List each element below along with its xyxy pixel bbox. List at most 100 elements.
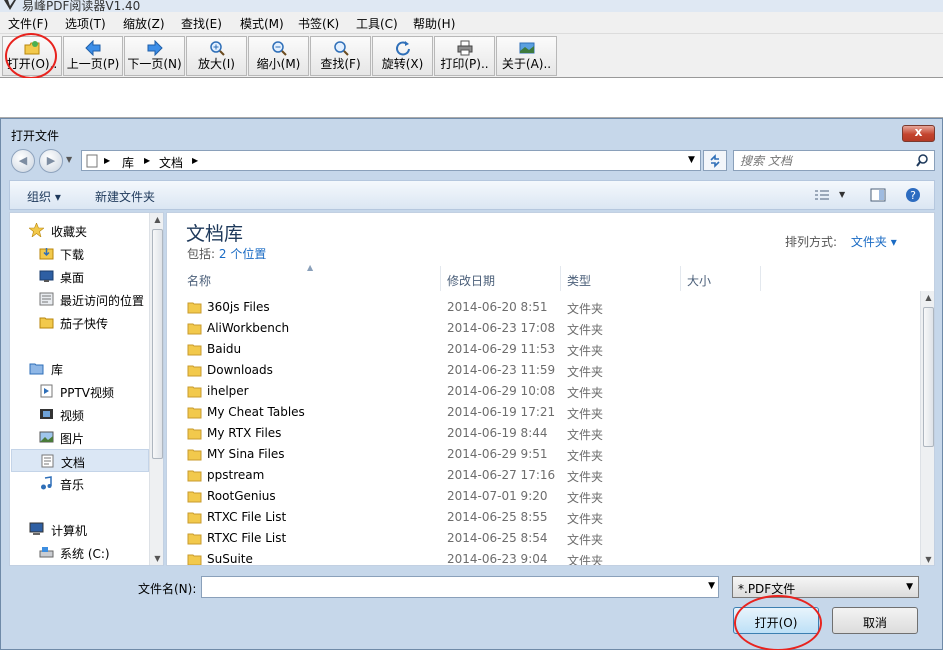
file-row[interactable]: MY Sina Files 2014-06-29 9:51 文件夹 xyxy=(167,444,917,465)
print-button[interactable]: 打印(P).. xyxy=(434,36,495,76)
about-button[interactable]: 关于(A).. xyxy=(496,36,557,76)
scroll-down-icon[interactable]: ▼ xyxy=(921,555,934,564)
file-type-select[interactable]: *.PDF文件 ▼ xyxy=(732,576,919,598)
view-options-icon[interactable] xyxy=(814,189,830,201)
column-header-type[interactable]: 类型 xyxy=(561,266,681,291)
address-bar[interactable]: ▶ 库 ▶ 文档 ▶ ▼ xyxy=(81,150,701,171)
file-name: RTXC File List xyxy=(207,531,287,545)
downloads-folder-icon xyxy=(39,248,54,260)
file-row[interactable]: RTXC File List 2014-06-25 8:54 文件夹 xyxy=(167,528,917,549)
column-header-name[interactable]: 名称 xyxy=(187,266,441,291)
filename-combobox[interactable]: ▼ xyxy=(201,576,719,598)
file-list-scrollbar[interactable]: ▲ ▼ xyxy=(920,291,934,565)
open-file-button[interactable]: 打开(O) xyxy=(733,607,819,634)
file-row[interactable]: RTXC File List 2014-06-25 8:55 文件夹 xyxy=(167,507,917,528)
pptv-library-icon xyxy=(40,384,53,398)
nav-recent-places[interactable]: 最近访问的位置 xyxy=(10,288,150,311)
refresh-button[interactable] xyxy=(703,150,727,171)
nav-desktop[interactable]: 桌面 xyxy=(10,265,150,288)
search-box[interactable] xyxy=(733,150,935,171)
nav-qiezi[interactable]: 茄子快传 xyxy=(10,311,150,334)
app-title: 易峰PDF阅读器V1.40 xyxy=(22,0,141,12)
rotate-button[interactable]: 旋转(X) xyxy=(372,36,433,76)
cancel-button[interactable]: 取消 xyxy=(832,607,918,634)
menu-options[interactable]: 选项(T) xyxy=(65,15,106,32)
file-type: 文件夹 xyxy=(567,512,604,526)
nav-scrollbar-thumb[interactable] xyxy=(152,229,163,459)
new-folder-button[interactable]: 新建文件夹 xyxy=(95,188,155,205)
search-icon[interactable] xyxy=(916,154,929,167)
view-dropdown-icon[interactable]: ▼ xyxy=(839,190,845,199)
back-button[interactable]: ◀ xyxy=(11,149,35,173)
zoom-out-icon xyxy=(271,41,287,56)
filename-dropdown-icon[interactable]: ▼ xyxy=(708,581,715,591)
nav-system-drive[interactable]: 系统 (C:) xyxy=(10,541,150,564)
file-row[interactable]: My RTX Files 2014-06-19 8:44 文件夹 xyxy=(167,423,917,444)
file-date: 2014-06-23 9:04 xyxy=(447,552,548,566)
column-header-size[interactable]: 大小 xyxy=(681,266,761,291)
nav-computer[interactable]: 计算机 xyxy=(10,518,150,541)
breadcrumb-documents[interactable]: 文档 xyxy=(159,154,183,171)
file-row[interactable]: Baidu 2014-06-29 11:53 文件夹 xyxy=(167,339,917,360)
file-row[interactable]: Downloads 2014-06-23 11:59 文件夹 xyxy=(167,360,917,381)
help-icon[interactable]: ? xyxy=(905,187,921,203)
forward-button[interactable]: ▶ xyxy=(39,149,63,173)
breadcrumb-library[interactable]: 库 xyxy=(122,154,134,171)
recent-pages-dropdown-icon[interactable]: ▼ xyxy=(66,155,72,164)
menu-help[interactable]: 帮助(H) xyxy=(413,15,455,32)
open-file-dialog: 打开文件 x ◀ ▶ ▼ ▶ 库 ▶ 文档 ▶ ▼ 组织 ▾ 新建文件夹 ▼ ? xyxy=(0,118,943,650)
preview-pane-icon[interactable] xyxy=(870,187,886,203)
file-row[interactable]: 360js Files 2014-06-20 8:51 文件夹 xyxy=(167,297,917,318)
file-row[interactable]: My Cheat Tables 2014-06-19 17:21 文件夹 xyxy=(167,402,917,423)
printer-icon xyxy=(457,40,472,56)
close-button[interactable]: x xyxy=(902,125,935,142)
next-page-button[interactable]: 下一页(N) xyxy=(124,36,185,76)
file-row[interactable]: RootGenius 2014-07-01 9:20 文件夹 xyxy=(167,486,917,507)
file-type: 文件夹 xyxy=(567,533,604,547)
find-button[interactable]: 查找(F) xyxy=(310,36,371,76)
nav-pptv[interactable]: PPTV视频 xyxy=(10,380,150,403)
menu-bookmarks[interactable]: 书签(K) xyxy=(298,15,339,32)
document-area xyxy=(0,78,943,118)
menu-file[interactable]: 文件(F) xyxy=(8,15,48,32)
nav-music[interactable]: 音乐 xyxy=(10,472,150,495)
open-button[interactable]: 打开(O).. xyxy=(2,36,62,76)
file-row[interactable]: AliWorkbench 2014-06-23 17:08 文件夹 xyxy=(167,318,917,339)
arrange-by-dropdown[interactable]: 文件夹 ▾ xyxy=(851,235,897,249)
computer-icon xyxy=(29,522,44,535)
library-locations-link[interactable]: 2 个位置 xyxy=(219,247,266,261)
scroll-up-icon[interactable]: ▲ xyxy=(921,293,934,302)
nav-scrollbar[interactable]: ▲ ▼ xyxy=(149,213,163,565)
zoom-out-button[interactable]: 缩小(M) xyxy=(248,36,309,76)
nav-videos[interactable]: 视频 xyxy=(10,403,150,426)
command-bar: 组织 ▾ 新建文件夹 ▼ ? xyxy=(9,180,935,210)
file-row[interactable]: ihelper 2014-06-29 10:08 文件夹 xyxy=(167,381,917,402)
zoom-in-button[interactable]: 放大(I) xyxy=(186,36,247,76)
search-input[interactable] xyxy=(740,153,910,168)
breadcrumb-separator-icon: ▶ xyxy=(144,156,151,165)
folder-icon xyxy=(187,365,202,377)
column-header-date[interactable]: 修改日期 xyxy=(441,266,561,291)
organize-button[interactable]: 组织 ▾ xyxy=(27,188,61,205)
file-row[interactable]: SuSuite 2014-06-23 9:04 文件夹 xyxy=(167,549,917,566)
file-list-scrollbar-thumb[interactable] xyxy=(923,307,934,447)
nav-libraries[interactable]: 库 xyxy=(10,357,150,380)
file-type: 文件夹 xyxy=(567,323,604,337)
filename-label: 文件名(N): xyxy=(138,582,197,596)
file-type: 文件夹 xyxy=(567,554,604,566)
filename-input[interactable] xyxy=(205,579,695,595)
menu-tools[interactable]: 工具(C) xyxy=(356,15,398,32)
menu-mode[interactable]: 模式(M) xyxy=(240,15,284,32)
scroll-down-icon[interactable]: ▼ xyxy=(150,554,163,563)
nav-pictures[interactable]: 图片 xyxy=(10,426,150,449)
nav-favorites[interactable]: 收藏夹 xyxy=(10,219,150,242)
scroll-up-icon[interactable]: ▲ xyxy=(150,215,163,224)
nav-documents[interactable]: 文档 xyxy=(11,449,149,472)
menu-zoom[interactable]: 缩放(Z) xyxy=(123,15,165,32)
file-row[interactable]: ppstream 2014-06-27 17:16 文件夹 xyxy=(167,465,917,486)
nav-downloads[interactable]: 下载 xyxy=(10,242,150,265)
menu-find[interactable]: 查找(E) xyxy=(181,15,222,32)
prev-page-button[interactable]: 上一页(P) xyxy=(63,36,123,76)
library-icon xyxy=(29,363,44,375)
address-dropdown-icon[interactable]: ▼ xyxy=(688,155,695,165)
